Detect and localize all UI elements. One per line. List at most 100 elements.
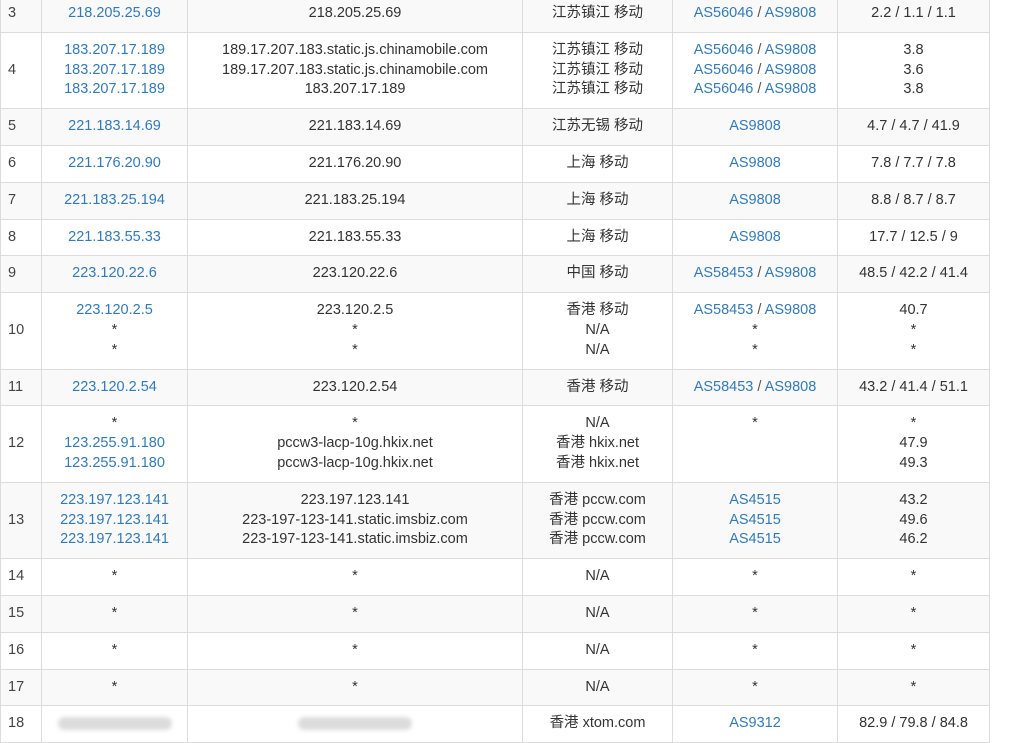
ip-cell: 223.120.2.5 * * — [41, 292, 188, 370]
as-link[interactable]: AS9808 — [765, 42, 817, 58]
as-timeout: * — [752, 678, 758, 695]
location: 香港 pccw.com — [549, 491, 646, 508]
hop-number-cell: 10 — [0, 292, 42, 370]
as-line: AS9808 — [729, 191, 781, 211]
location-cell: 香港 移动 N/A N/A — [522, 292, 673, 370]
as-link[interactable]: AS9808 — [729, 155, 781, 171]
as-cell: * — [672, 594, 838, 633]
as-line: * — [752, 678, 758, 698]
rtt-cell: 40.7 * * — [837, 292, 990, 370]
hostname: 223.120.22.6 — [312, 265, 398, 282]
as-link[interactable]: AS9808 — [729, 229, 781, 245]
as-line: AS4515 — [729, 491, 781, 511]
rtt-value: 2.2 / 1.1 / 1.1 — [871, 5, 956, 21]
hostname: 189.17.207.183.static.js.chinamobile.com — [222, 61, 488, 78]
hop-number: 7 — [8, 191, 17, 208]
traceroute-table: 3 218.205.25.69 218.205.25.69 江苏镇江 移动 AS5604… — [0, 0, 990, 743]
hostname: * — [352, 341, 358, 358]
as-link[interactable]: AS9808 — [765, 379, 817, 395]
ip-link[interactable]: 223.197.123.141 — [60, 491, 169, 511]
as-link[interactable]: AS9808 — [729, 118, 781, 134]
ip-cell: 221.183.55.33 — [41, 218, 188, 257]
ip-timeout: * — [111, 604, 118, 621]
hostname-cell: * — [187, 594, 523, 633]
as-link[interactable]: AS9312 — [729, 715, 781, 731]
hostname: 221.183.25.194 — [304, 191, 406, 208]
ip-link[interactable]: 221.183.55.33 — [68, 228, 161, 248]
as-separator: / — [753, 41, 765, 58]
hop-row: 15 * * N/A * * — [0, 594, 990, 633]
as-link[interactable]: AS58453 — [694, 265, 754, 281]
location: N/A — [585, 604, 610, 621]
as-link[interactable]: AS4515 — [729, 531, 781, 547]
as-cell: AS4515 AS4515 AS4515 — [672, 481, 838, 560]
ip-link[interactable]: 223.120.2.54 — [72, 378, 157, 398]
hop-number-cell: 4 — [0, 31, 42, 110]
ip-link[interactable]: 221.183.14.69 — [68, 117, 161, 137]
ip-cell — [41, 705, 188, 743]
ip-link[interactable]: 218.205.25.69 — [68, 4, 161, 24]
as-cell: AS56046 / AS9808 — [672, 0, 838, 33]
location: 江苏镇江 移动 — [551, 61, 644, 78]
rtt-value: 49.6 — [899, 511, 928, 528]
as-line: AS58453 / AS9808 — [694, 264, 817, 284]
hostname: 223.120.2.5 — [316, 302, 394, 319]
ip-link[interactable]: 183.207.17.189 — [64, 41, 165, 61]
hop-row: 10 223.120.2.5 * * 223.120.2.5 * * 香港 移动 N/A N/A A… — [0, 292, 990, 370]
ip-link[interactable]: 223.197.123.141 — [60, 511, 169, 531]
hostname: 223.197.123.141 — [300, 491, 410, 508]
ip-link[interactable]: 221.183.25.194 — [64, 191, 165, 211]
rtt-value: * — [910, 678, 917, 695]
as-link[interactable]: AS9808 — [765, 265, 817, 281]
as-line: AS4515 — [729, 530, 781, 550]
as-link[interactable]: AS56046 — [694, 42, 754, 58]
rtt-value: 43.2 — [899, 491, 928, 508]
as-link[interactable]: AS56046 — [694, 81, 754, 97]
as-link[interactable]: AS58453 — [694, 379, 754, 395]
as-link[interactable]: AS9808 — [765, 5, 817, 21]
as-cell: AS58453 / AS9808 * * — [672, 292, 838, 370]
location: 江苏镇江 移动 — [551, 41, 644, 58]
location: 香港 pccw.com — [549, 511, 646, 528]
ip-link[interactable]: 223.120.2.5 — [76, 301, 153, 321]
rtt-value: * — [910, 341, 917, 358]
rtt-value: 47.9 — [899, 435, 928, 452]
ip-cell: * — [41, 594, 188, 633]
hostname-cell: 218.205.25.69 — [187, 0, 523, 33]
as-link[interactable]: AS9808 — [765, 81, 817, 97]
as-link[interactable]: AS9808 — [765, 302, 817, 318]
traceroute-table-body: 3 218.205.25.69 218.205.25.69 江苏镇江 移动 AS5604… — [0, 0, 990, 743]
ip-timeout: * — [111, 341, 118, 358]
ip-link[interactable]: 223.197.123.141 — [60, 530, 169, 550]
hop-number-cell: 6 — [0, 144, 42, 183]
as-link[interactable]: AS9808 — [765, 62, 817, 78]
rtt-cell: * — [837, 594, 990, 633]
redacted-hostname — [298, 717, 412, 730]
hop-row: 16 * * N/A * * — [0, 631, 990, 670]
as-link[interactable]: AS4515 — [729, 512, 781, 528]
ip-link[interactable]: 223.120.22.6 — [72, 264, 157, 284]
ip-cell: 221.176.20.90 — [41, 144, 188, 183]
hop-row: 4 183.207.17.189 183.207.17.189 183.207.17.… — [0, 31, 990, 110]
hop-number: 9 — [8, 265, 17, 282]
as-link[interactable]: AS56046 — [694, 62, 754, 78]
hop-number: 13 — [8, 511, 25, 528]
as-link[interactable]: AS56046 — [694, 5, 754, 21]
rtt-value: 46.2 — [899, 531, 928, 548]
rtt-cell: 8.8 / 8.7 / 8.7 — [837, 181, 990, 220]
location: 上海 移动 — [566, 228, 629, 245]
ip-link[interactable]: 183.207.17.189 — [64, 61, 165, 81]
as-link[interactable]: AS58453 — [694, 302, 754, 318]
as-separator: / — [753, 61, 765, 78]
ip-link[interactable]: 221.176.20.90 — [68, 154, 161, 174]
as-link[interactable]: AS4515 — [729, 492, 781, 508]
as-separator: / — [753, 265, 765, 282]
hop-number: 16 — [8, 641, 25, 658]
as-link[interactable]: AS9808 — [729, 192, 781, 208]
ip-link[interactable]: 123.255.91.180 — [64, 454, 165, 474]
hop-row: 12 * 123.255.91.180 123.255.91.180 * pccw3-la… — [0, 405, 990, 483]
ip-link[interactable]: 123.255.91.180 — [64, 434, 165, 454]
ip-link[interactable]: 183.207.17.189 — [64, 80, 165, 100]
hostname: 221.176.20.90 — [308, 154, 402, 171]
hostname-cell: * pccw3-lacp-10g.hkix.net pccw3-lacp-10g.h… — [187, 405, 523, 483]
